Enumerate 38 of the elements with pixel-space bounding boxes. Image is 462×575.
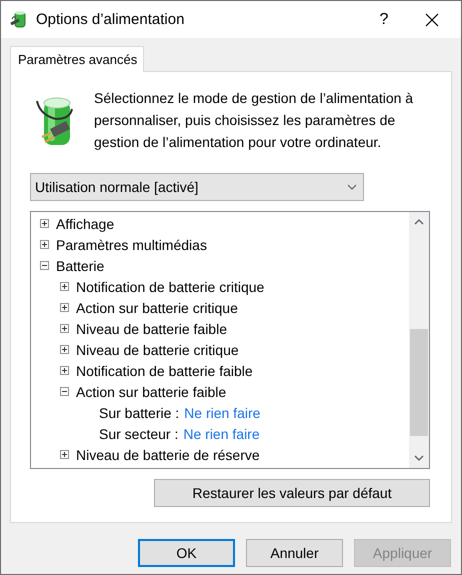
scrollbar[interactable] <box>409 212 429 468</box>
expand-icon[interactable] <box>60 282 69 291</box>
tree-item[interactable]: Notification de batterie critique <box>76 278 264 296</box>
restore-defaults-button[interactable]: Restaurer les valeurs par défaut <box>154 479 430 507</box>
close-icon[interactable] <box>425 12 439 26</box>
expand-icon[interactable] <box>40 219 49 228</box>
power-plan-dropdown[interactable]: Utilisation normale [activé] <box>30 173 364 201</box>
expand-icon[interactable] <box>60 450 69 459</box>
scrollbar-thumb[interactable] <box>410 329 428 436</box>
tree-item[interactable]: Niveau de batterie faible <box>76 320 227 338</box>
dialog-button[interactable]: OK <box>138 539 235 567</box>
setting-label: Sur secteur : <box>99 424 178 442</box>
scroll-down-icon[interactable] <box>414 455 424 461</box>
tree-item[interactable]: Batterie <box>56 256 104 274</box>
setting-value-link[interactable]: Ne rien faire <box>184 404 260 422</box>
window-title: Options d’alimentation <box>36 11 186 28</box>
setting-value-link[interactable]: Ne rien faire <box>183 424 260 442</box>
expand-icon[interactable] <box>60 324 69 333</box>
help-button[interactable]: ? <box>361 10 407 28</box>
expand-icon[interactable] <box>60 366 69 375</box>
dialog-button[interactable]: Annuler <box>246 539 343 567</box>
caret-icon <box>347 184 357 190</box>
setting-label: Sur batterie : <box>99 404 180 422</box>
collapse-icon[interactable] <box>40 261 49 270</box>
collapse-icon[interactable] <box>60 387 69 396</box>
tree-item[interactable]: Action sur batterie critique <box>76 298 238 316</box>
tree-item[interactable]: Paramètres multimédias <box>56 236 207 254</box>
description-text: Sélectionnez le mode de gestion de l’alimentation à personnaliser, puis choisissez les paramètres de gestion de l’alimentation pour votre ordinateur. <box>94 89 414 152</box>
tree-item[interactable]: Niveau de batterie de réserve <box>76 446 260 464</box>
scroll-up-icon[interactable] <box>414 219 424 225</box>
tree-item[interactable]: Affichage <box>56 214 114 232</box>
tab[interactable]: Paramètres avancés <box>10 46 144 72</box>
expand-icon[interactable] <box>60 303 69 312</box>
tree-item[interactable]: Action sur batterie faible <box>76 382 226 400</box>
expand-icon[interactable] <box>60 345 69 354</box>
tree-item[interactable]: Niveau de batterie critique <box>76 340 239 358</box>
expand-icon[interactable] <box>40 240 49 249</box>
tree-item[interactable]: Notification de batterie faible <box>76 362 253 380</box>
